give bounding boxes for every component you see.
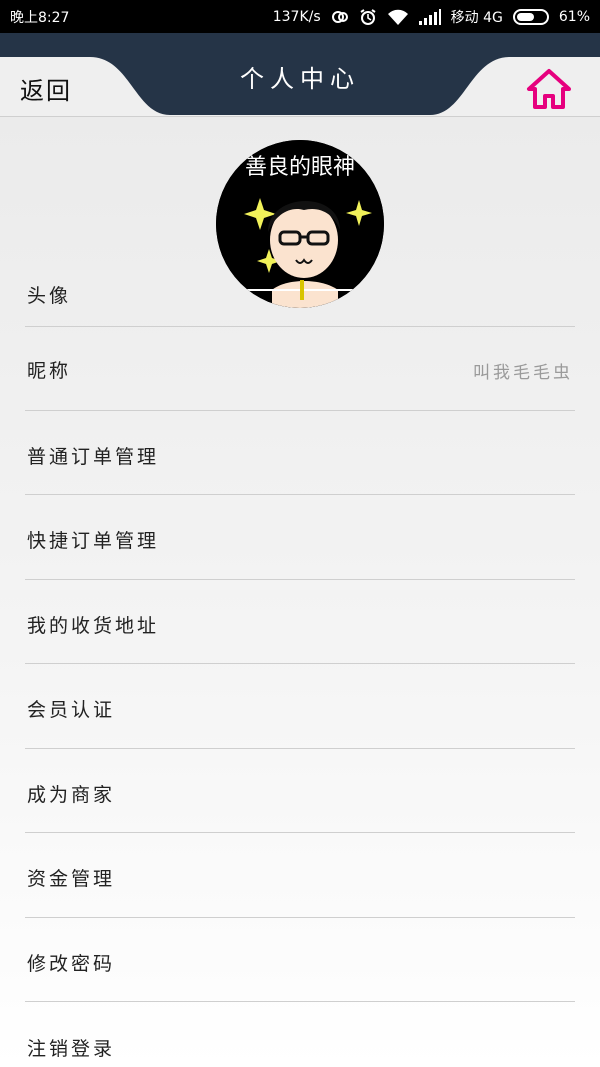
menu-item-logout[interactable]: 注销登录 [0, 1002, 600, 1067]
nickname-label: 昵称 [27, 360, 72, 382]
network-speed: 137K/s [272, 8, 321, 25]
menu-item-quick-order-management[interactable]: 快捷订单管理 [0, 495, 600, 579]
avatar-image: 善良的眼神 [216, 140, 384, 308]
home-icon [527, 69, 571, 109]
alarm-icon [359, 8, 377, 26]
wifi-icon [387, 8, 409, 26]
menu-item-fund-management[interactable]: 资金管理 [0, 833, 600, 917]
menu-item-label: 注销登录 [27, 1038, 116, 1060]
menu-item-shipping-address[interactable]: 我的收货地址 [0, 580, 600, 664]
carrier-label: 移动 4G [450, 9, 503, 26]
status-time: 晚上8:27 [10, 9, 70, 26]
battery-percent: 61% [558, 8, 590, 25]
menu-item-label: 会员认证 [27, 699, 116, 721]
nickname-row[interactable]: 昵称 叫我毛毛虫 [0, 327, 600, 411]
menu-item-label: 资金管理 [27, 868, 116, 890]
signal-icon [418, 8, 441, 25]
sync-icon [331, 8, 349, 26]
menu-item-label: 我的收货地址 [27, 615, 160, 637]
menu-item-change-password[interactable]: 修改密码 [0, 918, 600, 1002]
status-indicators: 137K/s 移动 4G 61% [273, 7, 590, 27]
battery-icon [512, 8, 549, 25]
page-title: 个人中心 [240, 65, 360, 93]
menu-item-label: 快捷订单管理 [27, 530, 160, 552]
menu-item-member-verification[interactable]: 会员认证 [0, 664, 600, 748]
header: 返回 个人中心 [0, 33, 600, 117]
menu-item-become-merchant[interactable]: 成为商家 [0, 749, 600, 833]
menu-item-label: 普通订单管理 [27, 446, 160, 468]
menu-item-order-management[interactable]: 普通订单管理 [0, 411, 600, 495]
status-bar: 晚上8:27 137K/s 移动 4G 61% [0, 0, 600, 33]
nickname-value: 叫我毛毛虫 [473, 363, 573, 383]
menu-item-label: 成为商家 [27, 784, 116, 806]
avatar[interactable]: 善良的眼神 [216, 140, 384, 308]
home-button[interactable] [526, 67, 572, 111]
menu-item-label: 修改密码 [27, 953, 116, 975]
avatar-label: 头像 [27, 285, 72, 307]
avatar-caption: 善良的眼神 [245, 155, 355, 180]
